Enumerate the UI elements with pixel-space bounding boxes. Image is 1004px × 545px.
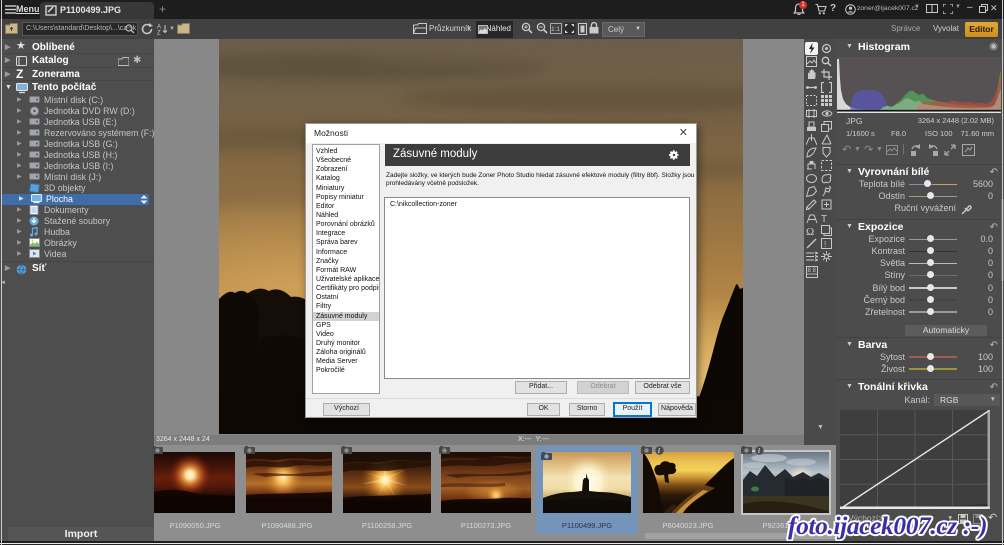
svg-text:i: i [758,447,760,455]
svg-text:Z: Z [157,31,161,36]
svg-text:1:1: 1:1 [551,26,560,33]
svg-text:T: T [821,214,827,224]
svg-text:!: ! [824,240,826,249]
svg-text:8: 8 [813,268,817,274]
svg-text:8: 8 [808,268,812,274]
svg-text:i: i [658,447,660,455]
svg-text:Ω: Ω [806,226,814,237]
